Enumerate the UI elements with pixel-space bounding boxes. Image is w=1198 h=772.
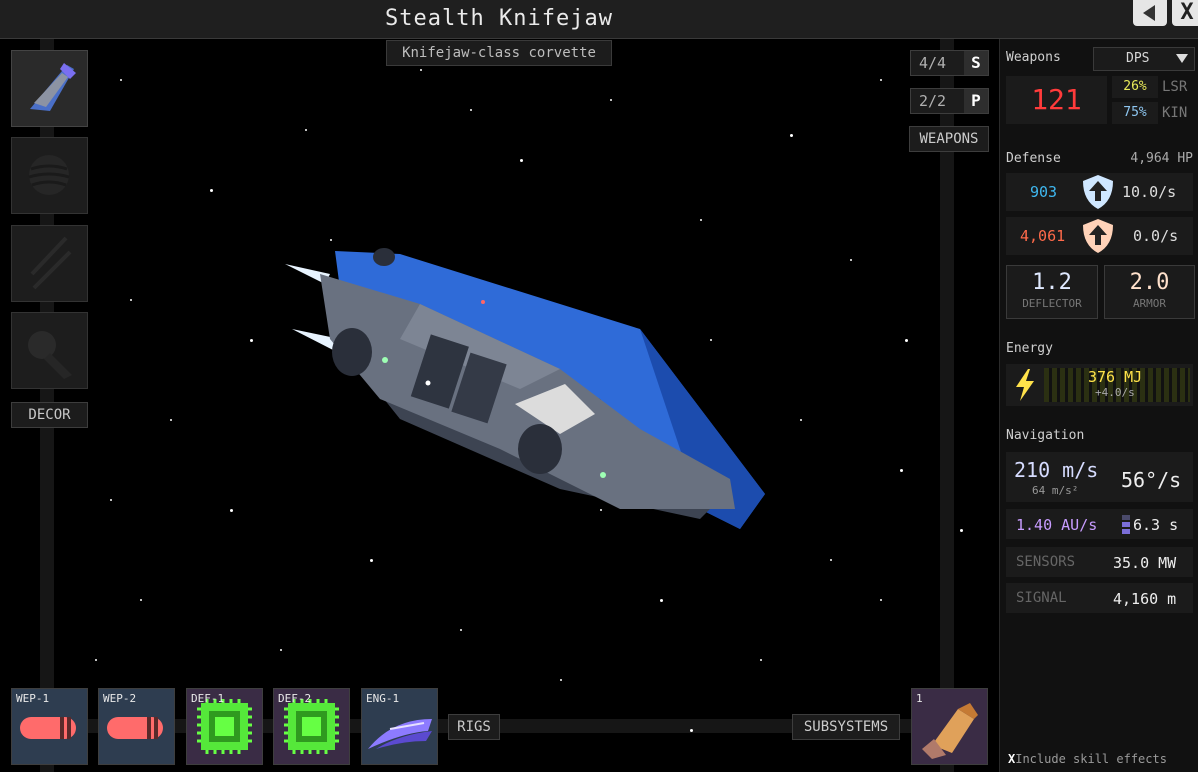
laser-pct: 26% — [1112, 76, 1158, 98]
stats-panel: Weapons DPS 121 26% LSR 75% KIN Defense … — [999, 39, 1198, 772]
primary-slot-counter: 2/2 P — [910, 88, 989, 114]
kinetic-label: KIN — [1162, 105, 1188, 121]
navigation-header: Navigation — [1006, 428, 1085, 443]
energy-value: 376 MJ — [1088, 368, 1143, 386]
sensors-value: 35.0 MW — [1113, 554, 1177, 572]
weapon-slot-2[interactable]: WEP-2 — [98, 688, 175, 765]
slot-label: ENG-1 — [366, 692, 400, 705]
signal-value: 4,160 m — [1113, 590, 1177, 608]
primary-slot-count: 2/2 — [919, 92, 947, 110]
speed-row: 210 m/s 64 m/s² 56°/s — [1006, 452, 1193, 502]
dps-mode-select[interactable]: DPS — [1093, 47, 1195, 71]
warp-charge-icon — [1122, 515, 1130, 534]
shield-regen: 10.0/s — [1122, 183, 1177, 201]
speed-value: 210 m/s — [1014, 458, 1099, 482]
energy-rate: +4.0/s — [1095, 386, 1135, 399]
small-slot-counter: 4/4 S — [910, 50, 989, 76]
armor-value: 4,061 — [1020, 227, 1066, 245]
shield-icon — [1083, 175, 1113, 209]
primary-slot-letter: P — [964, 89, 988, 113]
back-button[interactable] — [1133, 0, 1167, 26]
close-button[interactable]: X — [1172, 0, 1198, 26]
deflector-box: 1.2 DEFLECTOR — [1006, 265, 1098, 319]
comet-icon — [28, 331, 72, 379]
energy-row: 376 MJ +4.0/s — [1006, 364, 1193, 406]
turn-rate: 56°/s — [1121, 468, 1182, 492]
small-slot-letter: S — [964, 51, 988, 75]
dps-mode-value: DPS — [1126, 51, 1150, 66]
rigs-button[interactable]: RIGS — [448, 714, 500, 740]
subsystem-slot-1[interactable]: 1 — [911, 688, 988, 765]
title-bar: Stealth Knifejaw X — [0, 0, 1198, 39]
ship-class: Knifejaw-class corvette — [386, 40, 612, 66]
laser-label: LSR — [1162, 79, 1188, 95]
defense-slot-2[interactable]: DEF-2 — [273, 688, 350, 765]
warp-row: 1.40 AU/s 6.3 s — [1006, 509, 1193, 539]
ship-hull-slot[interactable] — [11, 50, 88, 127]
ship-name: Stealth Knifejaw — [385, 6, 613, 31]
slot-label: DEF-1 — [191, 692, 225, 705]
skill-effects-label: Include skill effects — [1015, 752, 1167, 766]
shield-row: 903 10.0/s — [1006, 173, 1193, 211]
lightning-icon — [1016, 369, 1034, 401]
trail-slot[interactable] — [11, 312, 88, 389]
weapon-slot-1[interactable]: WEP-1 — [11, 688, 88, 765]
sensors-label: SENSORS — [1016, 554, 1076, 570]
sphere-icon — [28, 155, 70, 195]
warp-time: 6.3 s — [1133, 516, 1179, 534]
ship-model — [285, 248, 765, 529]
slot-label: 1 — [916, 692, 923, 705]
thruster-icon — [922, 703, 978, 759]
warp-speed: 1.40 AU/s — [1016, 516, 1098, 534]
energy-header: Energy — [1006, 341, 1053, 356]
deflector-value: 1.2 — [1032, 270, 1072, 295]
subsystems-button[interactable]: SUBSYSTEMS — [792, 714, 900, 740]
decor-button[interactable]: DECOR — [11, 402, 88, 428]
deflector-label: DEFLECTOR — [1022, 297, 1082, 310]
hull-hp: 4,964 HP — [1130, 151, 1193, 166]
dps-box: 121 — [1006, 76, 1107, 124]
ship-icon — [30, 63, 76, 111]
stripe-slot[interactable] — [11, 225, 88, 302]
armor-icon — [1083, 219, 1113, 253]
armor-rating-value: 2.0 — [1129, 270, 1170, 295]
shield-value: 903 — [1030, 183, 1058, 201]
ship-viewport[interactable]: DECOR 4/4 S 2/2 P WEAPONS — [0, 39, 998, 772]
chevron-down-icon — [1176, 54, 1188, 63]
defense-header: Defense — [1006, 151, 1061, 166]
slot-label: WEP-1 — [16, 692, 50, 705]
paint-slot[interactable] — [11, 137, 88, 214]
acceleration-value: 64 m/s² — [1032, 484, 1079, 497]
small-slot-count: 4/4 — [919, 54, 947, 72]
back-arrow-icon — [1143, 5, 1155, 21]
slot-label: DEF-2 — [278, 692, 312, 705]
engine-slot-1[interactable]: ENG-1 — [361, 688, 438, 765]
defense-slot-1[interactable]: DEF-1 — [186, 688, 263, 765]
sensors-row: SENSORS 35.0 MW — [1006, 547, 1193, 577]
armor-rating-label: ARMOR — [1132, 297, 1167, 310]
armor-row: 4,061 0.0/s — [1006, 217, 1193, 255]
armor-rating-box: 2.0 ARMOR — [1104, 265, 1195, 319]
signal-row: SIGNAL 4,160 m — [1006, 583, 1193, 613]
weapons-header: Weapons — [1006, 50, 1061, 65]
slot-label: WEP-2 — [103, 692, 137, 705]
dps-value: 121 — [1031, 83, 1082, 116]
include-skill-effects-toggle[interactable]: XInclude skill effects — [1008, 752, 1167, 766]
weapons-button[interactable]: WEAPONS — [909, 126, 989, 152]
signal-label: SIGNAL — [1016, 590, 1067, 606]
kinetic-pct: 75% — [1112, 102, 1158, 124]
armor-regen: 0.0/s — [1133, 227, 1179, 245]
stripes-icon — [30, 236, 72, 290]
